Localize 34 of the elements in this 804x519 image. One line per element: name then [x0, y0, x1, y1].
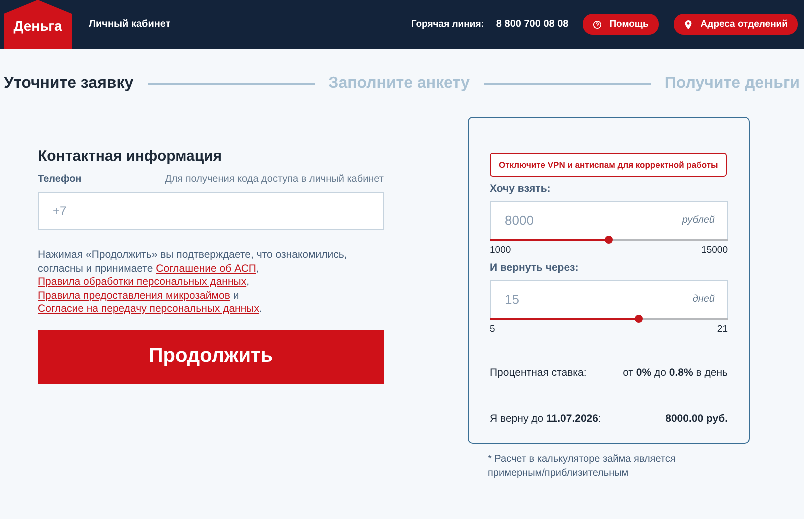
slider-label: Хочу взять:: [490, 183, 552, 195]
min-value: 5: [490, 324, 496, 335]
document-link[interactable]: Правила обработки персональных данных: [38, 276, 247, 288]
value-field[interactable]: 8000 рублей: [490, 201, 728, 239]
header-button[interactable]: Адреса отделений: [674, 14, 798, 35]
calculator-note: * Расчет в калькуляторе займа является примерным/приблизительным: [488, 453, 677, 481]
min-value: 1000: [490, 245, 512, 256]
max-value: 21: [717, 324, 728, 335]
section-title: Контактная информация: [38, 148, 224, 165]
consent-text: Нажимая «Продолжить» вы подтверждаете, что ознакомились, согласны и принимаете Соглашение об АСП, Правила обработки персональных данных, Правила предоставления микрозаймов и Согласие на передачу персональных данных.: [38, 249, 348, 316]
header-button[interactable]: Помощь: [582, 14, 659, 35]
map-pin-icon: [684, 20, 693, 30]
field-label: Телефон: [38, 174, 82, 185]
value-field[interactable]: 15 дней: [490, 280, 728, 318]
document-link[interactable]: Соглашение об АСП: [156, 262, 256, 274]
hotline-phone: 8 800 700 08 08: [496, 19, 569, 30]
max-value: 15000: [702, 245, 728, 256]
continue-button[interactable]: Продолжить: [38, 330, 384, 384]
document-link[interactable]: Согласие на передачу персональных данных: [38, 303, 260, 315]
slider-thumb[interactable]: [605, 236, 613, 244]
return-amount: 8000.00 руб.: [666, 413, 728, 425]
return-label: Я верну до 11.07.2026:: [490, 413, 602, 425]
document-link[interactable]: Правила предоставления микрозаймов: [38, 290, 230, 302]
phone-field[interactable]: +7: [38, 192, 384, 230]
step-tab[interactable]: Уточните заявку: [4, 75, 134, 93]
field-hint: Для получения кода доступа в личный кабинет: [165, 174, 384, 185]
cabinet-link[interactable]: Личный кабинет: [89, 19, 412, 30]
warning-message: Отключите VPN и антиспам для корректной работы: [490, 153, 728, 177]
rate-value: от 0% до 0.8% в день: [623, 367, 728, 379]
slider-label: И вернуть через:: [490, 262, 580, 274]
rate-label: Процентная ставка:: [490, 367, 587, 379]
logo[interactable]: Деньга: [4, 0, 72, 49]
question-icon: [592, 20, 602, 30]
hotline-label: Горячая линия:: [411, 19, 484, 30]
